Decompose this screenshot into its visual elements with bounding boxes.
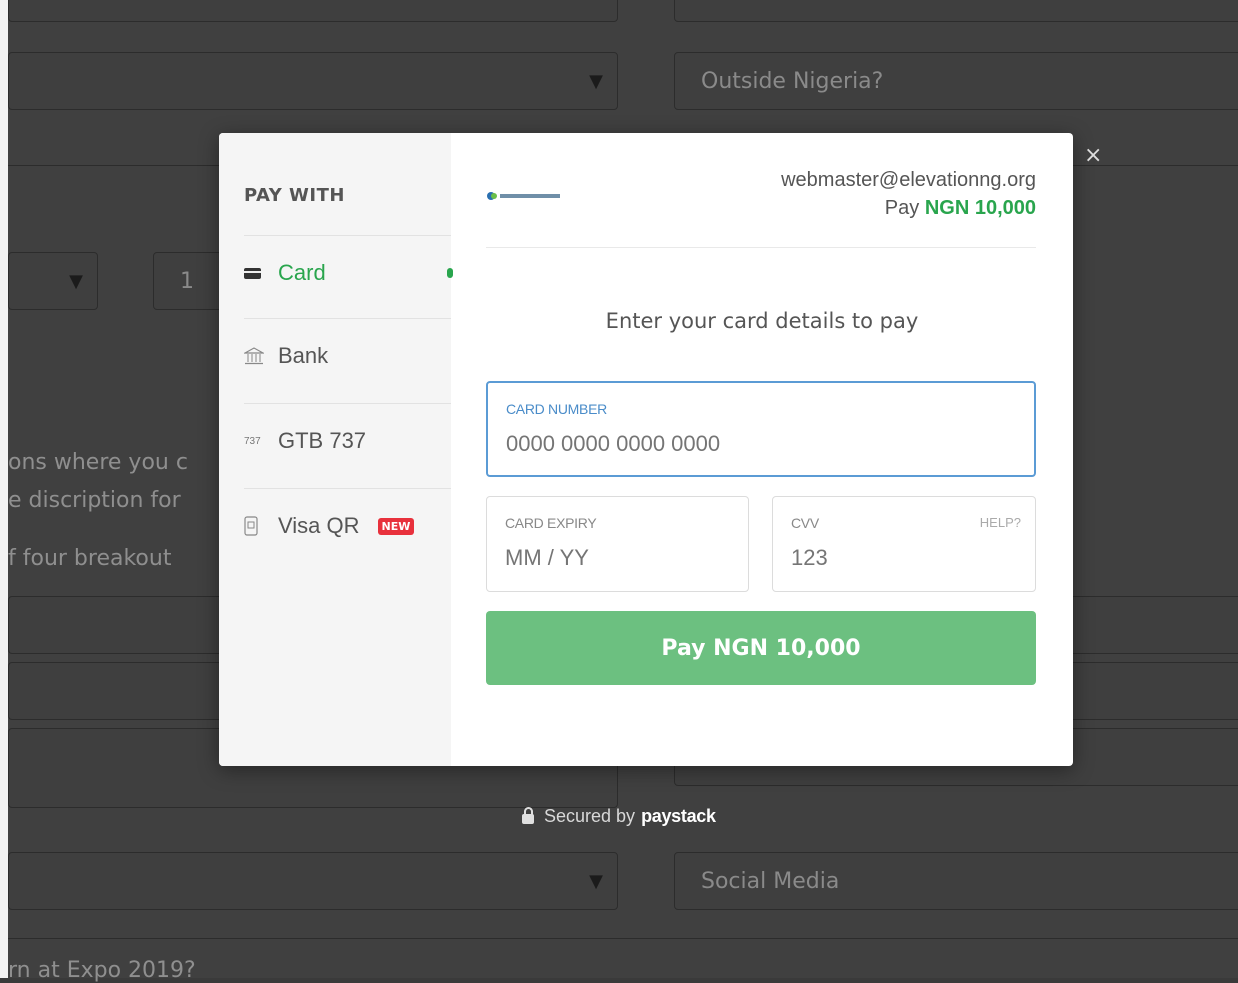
cvv-help-link[interactable]: HELP? xyxy=(980,515,1021,530)
bank-icon xyxy=(244,347,278,365)
qr-phone-icon xyxy=(244,516,278,536)
card-number-field[interactable]: CARD NUMBER xyxy=(486,381,1036,477)
sidebar-item-label: GTB 737 xyxy=(278,428,367,453)
country-input[interactable]: Outside Nigeria? xyxy=(674,52,1238,110)
card-number-input[interactable] xyxy=(506,431,943,457)
sidebar-item-visa-qr[interactable]: Visa QR NEW xyxy=(244,484,451,568)
pay-amount-line: Pay NGN 10,000 xyxy=(885,197,1036,220)
merchant-email: webmaster@elevationng.org xyxy=(781,169,1036,191)
merchant-logo xyxy=(487,192,560,200)
question-text: rn at Expo 2019? xyxy=(8,958,196,983)
chevron-down-icon: ▼ xyxy=(589,870,603,892)
description-text-3: f four breakout xyxy=(8,546,172,571)
paystack-brand: paystack xyxy=(641,806,716,826)
cvv-label: CVV xyxy=(791,515,819,531)
pay-amount: NGN 10,000 xyxy=(924,197,1036,219)
card-number-label: CARD NUMBER xyxy=(506,401,607,417)
secured-by-paystack: Secured by paystack xyxy=(522,806,716,827)
sidebar-item-card[interactable]: Card xyxy=(244,231,453,315)
country-placeholder: Outside Nigeria? xyxy=(701,68,884,94)
sidebar-item-label: Visa QR xyxy=(278,513,360,538)
sidebar-title: PAY WITH xyxy=(244,185,345,206)
sidebar-item-label: Bank xyxy=(278,343,329,368)
page-edge xyxy=(0,0,8,978)
source-input[interactable]: Social Media xyxy=(674,852,1238,910)
cvv-field[interactable]: CVV HELP? xyxy=(772,496,1036,592)
pay-prefix: Pay xyxy=(884,197,925,219)
new-badge: NEW xyxy=(377,517,415,535)
card-details-prompt: Enter your card details to pay xyxy=(605,309,919,333)
sidebar-item-bank[interactable]: Bank xyxy=(244,314,451,398)
description-text-2: e discription for xyxy=(8,488,181,513)
ticket-select[interactable]: ▼ xyxy=(8,252,98,310)
state-select[interactable]: ▼ xyxy=(8,52,618,110)
payment-method-sidebar: PAY WITH Card Bank 737 GTB 737 Visa QR N… xyxy=(219,133,453,766)
secured-by-text: Secured by xyxy=(544,806,636,826)
quantity-value: 1 xyxy=(180,268,194,294)
source-value: Social Media xyxy=(701,868,840,894)
sidebar-item-gtb737[interactable]: 737 GTB 737 xyxy=(244,399,451,483)
quantity-input[interactable]: 1 xyxy=(153,252,223,310)
payment-modal: PAY WITH Card Bank 737 GTB 737 Visa QR N… xyxy=(219,133,1073,766)
chevron-down-icon: ▼ xyxy=(69,270,83,292)
divider xyxy=(8,938,1238,939)
card-expiry-input[interactable] xyxy=(505,545,714,571)
card-icon xyxy=(244,267,278,279)
card-expiry-label: CARD EXPIRY xyxy=(505,515,597,531)
cvv-input[interactable] xyxy=(791,545,1001,571)
pay-button[interactable]: Pay NGN 10,000 xyxy=(486,611,1036,685)
ussd-icon: 737 xyxy=(244,435,261,447)
source-select[interactable]: ▼ xyxy=(8,852,618,910)
close-icon[interactable]: × xyxy=(1084,143,1102,168)
chevron-down-icon: ▼ xyxy=(589,70,603,92)
sidebar-item-label: Card xyxy=(278,260,326,285)
form-field-top-right[interactable] xyxy=(674,0,1238,22)
lock-icon xyxy=(522,807,534,824)
description-text-1: ons where you c xyxy=(8,450,188,475)
card-expiry-field[interactable]: CARD EXPIRY xyxy=(486,496,749,592)
payment-form-panel: webmaster@elevationng.org Pay NGN 10,000… xyxy=(451,133,1073,766)
form-field-top-left[interactable] xyxy=(8,0,618,22)
divider xyxy=(486,247,1036,248)
